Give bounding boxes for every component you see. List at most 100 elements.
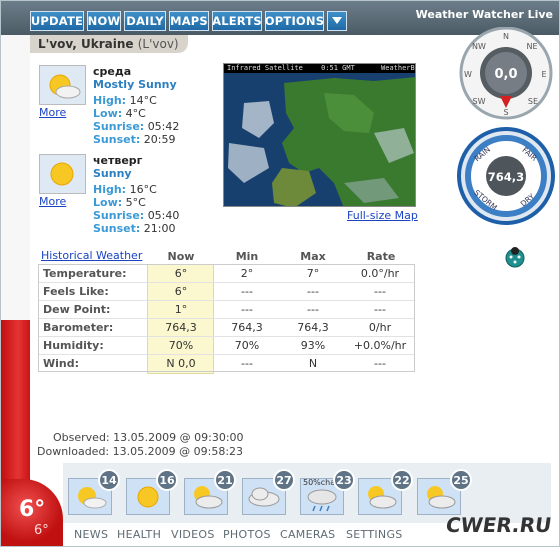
sunset-label: Sunset:	[93, 222, 141, 235]
compass-se: SE	[528, 97, 538, 106]
nav-videos[interactable]: VIDEOS	[171, 528, 215, 541]
day-badge: 22	[391, 469, 413, 491]
cell-rate: 0/hr	[368, 321, 392, 334]
cell-now: 1°	[174, 303, 188, 316]
cell-now: N 0,0	[166, 357, 196, 370]
cell-rate: ---	[374, 285, 386, 298]
downloaded-value: 13.05.2009 @ 09:58:23	[112, 445, 244, 458]
high-value: 16°C	[129, 183, 157, 196]
sunrise-value: 05:42	[147, 120, 180, 133]
cell-max: N	[308, 357, 318, 370]
map-caption-source: WeatherBug	[381, 64, 415, 72]
compass-ne: NE	[526, 42, 537, 51]
compass-n: N	[503, 32, 509, 41]
day-badge: 25	[450, 469, 472, 491]
row-label: Wind:	[43, 357, 80, 370]
observed-value: 13.05.2009 @ 09:30:00	[113, 431, 244, 444]
low-value: 4°C	[125, 107, 146, 120]
now-button[interactable]: NOW	[87, 11, 121, 31]
cell-now: 70%	[168, 339, 194, 352]
cell-rate: 0.0°/hr	[360, 267, 400, 280]
location-alt-name: (L'vov)	[137, 37, 179, 51]
forecast-day: среда	[93, 65, 132, 78]
table-row: Humidity: 70% 70% 93% +0.0%/hr	[39, 337, 414, 355]
table-row: Feels Like: 6° --- --- ---	[39, 283, 414, 301]
alerts-button[interactable]: ALERTS	[212, 11, 262, 31]
table-row: Temperature: 6° 2° 7° 0.0°/hr	[39, 265, 414, 283]
full-size-map-link[interactable]: Full-size Map	[347, 209, 418, 222]
compass-s: S	[503, 108, 508, 117]
location-tab: L'vov, Ukraine (L'vov)	[30, 35, 188, 53]
timestamp-block: Observed: 13.05.2009 @ 09:30:00 Download…	[37, 431, 244, 458]
nav-photos[interactable]: PHOTOS	[223, 528, 271, 541]
day-badge: 23	[333, 469, 355, 491]
chevron-down-icon	[332, 17, 342, 24]
table-row: Wind: N 0,0 --- N ---	[39, 355, 414, 373]
cell-max: ---	[307, 303, 319, 316]
map-caption: Infrared Satellite 0:51 GMT WeatherBug	[224, 64, 415, 73]
historical-weather-link[interactable]: Historical Weather	[41, 249, 142, 262]
forecast-condition: Mostly Sunny	[93, 78, 177, 91]
high-label: High:	[93, 94, 127, 107]
compass-e: E	[541, 70, 546, 79]
wind-speed-value: 0,0	[494, 67, 517, 82]
sun-icon	[39, 154, 86, 194]
maps-button[interactable]: MAPS	[169, 11, 209, 31]
column-header-max: Max	[300, 250, 326, 263]
nav-cameras[interactable]: CAMERAS	[280, 528, 335, 541]
forecast-condition: Sunny	[93, 167, 132, 180]
row-label: Temperature:	[43, 267, 127, 280]
nav-news[interactable]: NEWS	[74, 528, 108, 541]
forecast-card: More среда Mostly Sunny High: 14°C Low: …	[39, 65, 219, 151]
options-button[interactable]: OPTIONS	[265, 11, 324, 31]
update-button[interactable]: UPDATE	[30, 11, 84, 31]
satellite-map[interactable]: Infrared Satellite 0:51 GMT WeatherBug	[223, 63, 416, 207]
high-label: High:	[93, 183, 127, 196]
forecast-card: More четверг Sunny High: 16°C Low: 5°C S…	[39, 154, 219, 240]
forecast-more-link[interactable]: More	[39, 106, 66, 119]
sunset-value: 21:00	[143, 222, 176, 235]
barometer-value: 764,3	[488, 170, 524, 184]
cell-rate: ---	[374, 357, 386, 370]
cell-min: ---	[241, 303, 253, 316]
barometer-gauge: RAIN FAIR STORM DRY 764,3	[457, 127, 555, 225]
nav-health[interactable]: HEALTH	[117, 528, 161, 541]
downloaded-label: Downloaded:	[37, 445, 110, 458]
sunset-value: 20:59	[143, 133, 176, 146]
options-dropdown-button[interactable]	[327, 11, 347, 31]
column-header-rate: Rate	[366, 250, 396, 263]
table-row: Dew Point: 1° --- --- ---	[39, 301, 414, 319]
sun-cloud-icon	[39, 65, 86, 105]
column-header-min: Min	[235, 250, 259, 263]
row-label: Feels Like:	[43, 285, 109, 298]
day-badge: 21	[214, 469, 236, 491]
observed-label: Observed:	[53, 431, 110, 444]
low-label: Low:	[93, 196, 123, 209]
high-value: 14°C	[129, 94, 157, 107]
compass-nw: NW	[472, 42, 486, 51]
daily-button[interactable]: DAILY	[124, 11, 166, 31]
cell-now: 6°	[174, 285, 188, 298]
satellite-image	[224, 73, 415, 206]
cell-rate: +0.0%/hr	[353, 339, 407, 352]
weather-app-window: UPDATE NOW DAILY MAPS ALERTS OPTIONS Wea…	[0, 0, 560, 547]
low-label: Low:	[93, 107, 123, 120]
current-temperature: 6°	[19, 497, 46, 522]
sunset-label: Sunset:	[93, 133, 141, 146]
map-caption-title: Infrared Satellite	[227, 64, 303, 72]
row-label: Barometer:	[43, 321, 114, 334]
map-caption-time: 0:51 GMT	[321, 64, 355, 72]
gauges: N NE E SE S SW W NW 0,0 RAIN FAIR STORM …	[457, 26, 555, 225]
row-label: Humidity:	[43, 339, 104, 352]
cell-now: 6°	[174, 267, 188, 280]
table-row: Barometer: 764,3 764,3 764,3 0/hr	[39, 319, 414, 337]
nav-settings[interactable]: SETTINGS	[346, 528, 403, 541]
ladybug-icon[interactable]	[503, 245, 527, 269]
wind-compass: N NE E SE S SW W NW 0,0	[459, 26, 553, 120]
row-label: Dew Point:	[43, 303, 111, 316]
sunrise-label: Sunrise:	[93, 120, 145, 133]
cell-max: ---	[307, 285, 319, 298]
sunrise-label: Sunrise:	[93, 209, 145, 222]
forecast-more-link[interactable]: More	[39, 195, 66, 208]
weather-data-table: Temperature: 6° 2° 7° 0.0°/hr Feels Like…	[38, 264, 415, 372]
